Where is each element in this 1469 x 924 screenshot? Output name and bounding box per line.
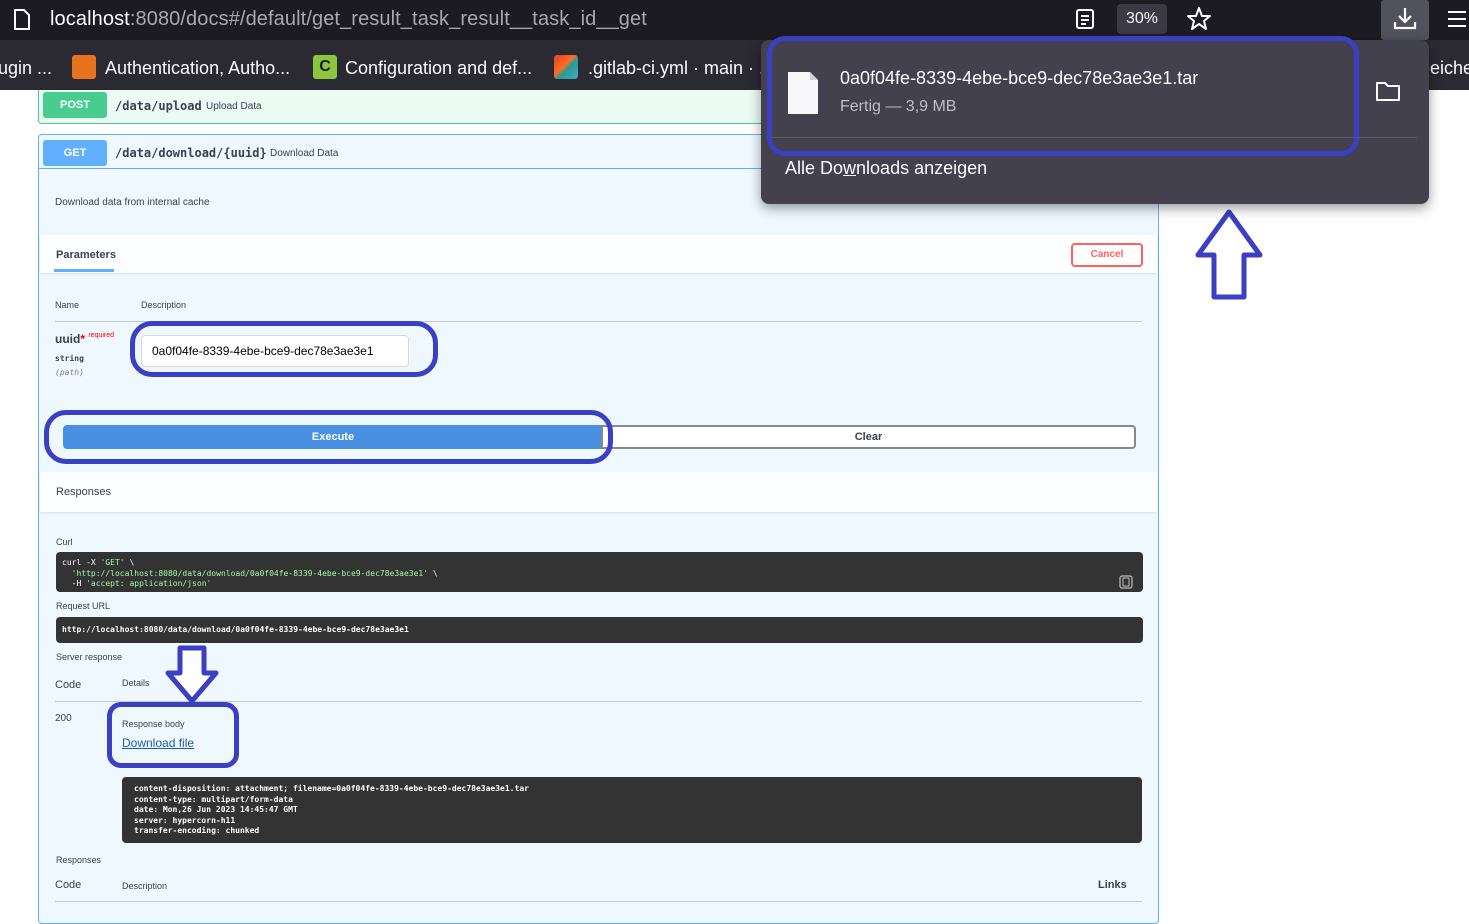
c-icon: C — [313, 55, 337, 79]
bookmark-star-icon[interactable] — [1186, 6, 1212, 37]
column-name-header: Name — [55, 300, 80, 310]
response-status-code: 200 — [55, 713, 72, 724]
curl-method-string: 'GET' — [100, 558, 125, 567]
request-url-label: Request URL — [56, 601, 111, 611]
responses-label-2: Responses — [56, 855, 102, 865]
download-filename[interactable]: 0a0f04fe-8339-4ebe-bce9-dec78e3ae3e1.tar — [840, 68, 1198, 89]
response-header-line: server: hypercorn-h11 — [134, 815, 236, 825]
url-text[interactable]: localhost:8080/docs#/default/get_result_… — [50, 8, 647, 31]
bookmark-item-2[interactable]: Authentication, Autho... — [105, 58, 290, 79]
get-summary: Download Data — [270, 148, 339, 159]
download-icon — [1393, 8, 1417, 30]
param-name-text: uuid — [55, 332, 81, 346]
curl-line-1: curl -X — [62, 558, 101, 567]
zoom-level-button[interactable]: 30% — [1117, 4, 1167, 34]
code-column-header: Code — [55, 679, 82, 691]
get-method-badge: GET — [43, 140, 107, 166]
file-icon — [787, 71, 819, 120]
curl-label: Curl — [56, 537, 73, 547]
response-header-line: content-type: multipart/form-data — [134, 794, 293, 804]
description-column-header: Description — [122, 881, 168, 891]
show-all-text-1: Alle Do — [785, 158, 844, 178]
downloads-panel: 0a0f04fe-8339-4ebe-bce9-dec78e3ae3e1.tar… — [761, 36, 1429, 204]
bookmark-item-4[interactable]: .gitlab-ci.yml · main · ... — [588, 58, 774, 79]
bookmark-item-1[interactable]: ugin ... — [0, 58, 52, 79]
tab-underline — [54, 269, 114, 272]
bookmark-item-5[interactable]: eicher — [1430, 58, 1469, 79]
response-header-line: transfer-encoding: chunked — [134, 826, 260, 835]
show-all-text-2: nloads anzeigen — [856, 158, 988, 178]
annotation-arrow-up-icon — [1195, 209, 1263, 300]
responses-heading: Responses — [56, 486, 112, 498]
get-path: /data/download/{uuid} — [115, 146, 267, 160]
curl-line-2-end: \ — [428, 568, 438, 578]
show-all-accesskey: w — [843, 158, 857, 178]
param-location: (path) — [55, 368, 84, 377]
annotation-uuid-highlight — [130, 321, 438, 377]
curl-code-block[interactable]: curl -X 'GET' \ 'http://localhost:8080/d… — [56, 552, 1143, 592]
url-host: localhost — [50, 8, 130, 30]
server-response-label: Server response — [56, 652, 123, 662]
responses-section-header: Responses — [40, 472, 1157, 512]
divider — [771, 137, 1417, 138]
curl-line-2: 'http://localhost:8080/data/download/0a0… — [62, 568, 429, 578]
download-status: Fertig — 3,9 MB — [840, 98, 957, 115]
curl-line-1-end: \ — [124, 558, 135, 567]
param-type: string — [55, 354, 84, 363]
show-all-downloads-button[interactable]: Alle Downloads anzeigen — [785, 158, 987, 179]
tab-parameters[interactable]: Parameters — [56, 249, 116, 261]
curl-line-3: -H — [62, 579, 87, 588]
hamburger-menu-icon[interactable] — [1446, 9, 1468, 34]
operation-description: Download data from internal cache — [55, 197, 210, 208]
page-icon — [12, 9, 32, 36]
details-column-header: Details — [122, 678, 150, 688]
required-label: required — [88, 332, 115, 339]
reader-view-icon[interactable] — [1074, 8, 1096, 35]
downloads-button[interactable] — [1381, 0, 1429, 40]
column-description-header: Description — [141, 300, 187, 310]
clear-button[interactable]: Clear — [601, 425, 1136, 449]
get-operation-block: GET /data/download/{uuid} Download Data … — [38, 134, 1159, 924]
url-bar[interactable]: localhost:8080/docs#/default/get_result_… — [0, 0, 1469, 40]
annotation-download-item-highlight — [767, 36, 1359, 156]
url-path: :8080/docs#/default/get_result_task_resu… — [129, 8, 647, 30]
response-header-line: content-disposition: attachment; filenam… — [134, 784, 529, 793]
annotation-execute-highlight — [44, 410, 613, 464]
bookmark-item-3[interactable]: Configuration and def... — [345, 58, 532, 79]
cancel-button[interactable]: Cancel — [1071, 243, 1143, 267]
annotation-download-link-highlight — [107, 702, 239, 768]
annotation-arrow-down-icon — [165, 645, 219, 704]
divider — [55, 901, 1142, 902]
post-method-badge: POST — [43, 92, 107, 118]
post-operation-block[interactable]: POST /data/upload Upload Data — [38, 90, 798, 124]
open-folder-icon[interactable] — [1375, 80, 1401, 107]
copy-to-clipboard-icon[interactable] — [1119, 575, 1133, 594]
parameters-section-header: Parameters Cancel — [40, 235, 1157, 273]
code-column-header-2: Code — [55, 879, 82, 891]
gitlab-icon — [554, 55, 578, 79]
post-summary: Upload Data — [206, 101, 262, 112]
response-header-line: date: Mon,26 Jun 2023 14:45:47 GMT — [134, 805, 298, 814]
keycloak-icon — [72, 55, 96, 79]
request-url-block[interactable]: http://localhost:8080/data/download/0a0f… — [56, 617, 1143, 643]
post-path: /data/upload — [115, 99, 202, 113]
param-name: uuid* required — [55, 332, 114, 346]
links-column-header: Links — [1098, 879, 1127, 891]
response-headers-block: content-disposition: attachment; filenam… — [122, 777, 1142, 843]
curl-header-string: 'accept: application/json' — [86, 579, 212, 588]
required-star: * — [80, 332, 85, 346]
